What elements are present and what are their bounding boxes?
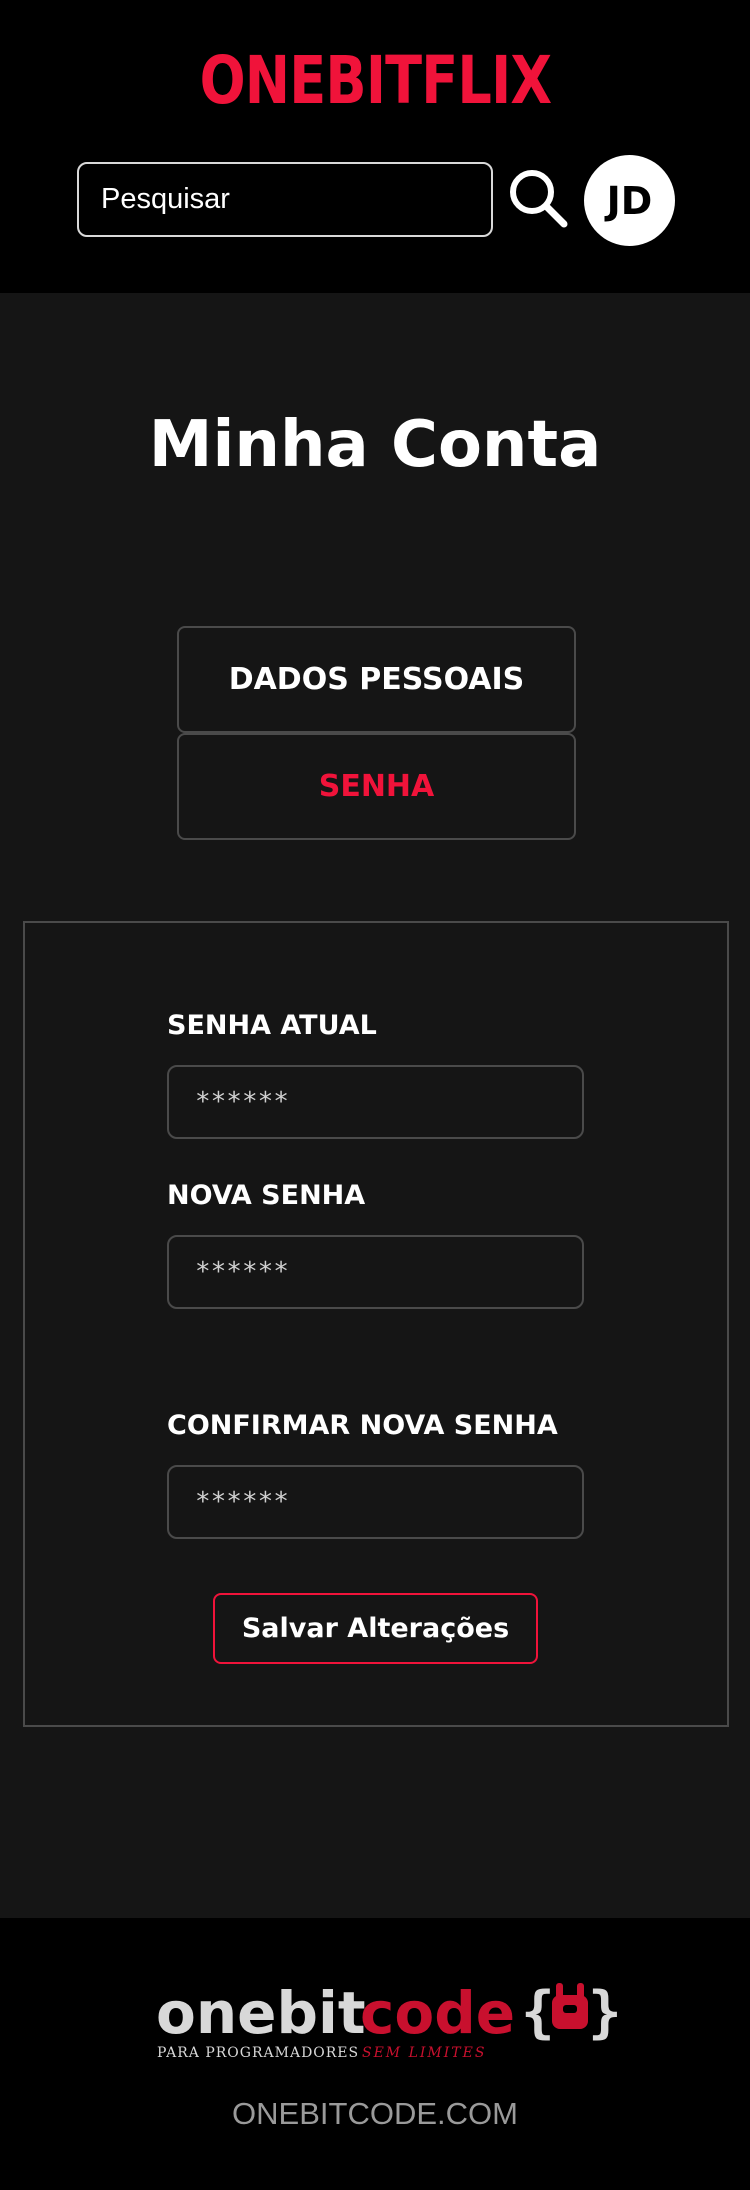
tab-password-label: SENHA <box>318 769 435 804</box>
new-password-label: NOVA SENHA <box>167 1180 366 1211</box>
user-avatar[interactable]: JD <box>584 155 675 246</box>
logo-word-onebit: onebit <box>156 1979 366 2047</box>
tab-personal-data-label: DADOS PESSOAIS <box>228 662 525 697</box>
logo-brace-open: { <box>521 1980 555 2045</box>
onebitcode-logo[interactable]: onebit code { } PARA PROGRAMADORES SEM L… <box>0 1973 750 2063</box>
logo-brace-close: } <box>588 1980 622 2045</box>
current-password-label: SENHA ATUAL <box>167 1010 377 1041</box>
footer: onebit code { } PARA PROGRAMADORES SEM L… <box>0 1918 750 2190</box>
search-input[interactable] <box>77 162 493 237</box>
tab-password[interactable]: SENHA <box>177 733 576 840</box>
rock-hand-icon <box>552 1983 588 2029</box>
search-icon <box>510 170 568 228</box>
logo-tagline-2: SEM LIMITES <box>362 2045 486 2061</box>
current-password-input[interactable] <box>167 1065 584 1139</box>
brand-logo[interactable]: ONEBITFLIX <box>0 36 750 126</box>
new-password-input[interactable] <box>167 1235 584 1309</box>
logo-tagline-1: PARA PROGRAMADORES <box>157 2045 359 2061</box>
page-title: Minha Conta <box>148 408 602 482</box>
tab-personal-data[interactable]: DADOS PESSOAIS <box>177 626 576 733</box>
logo-word-code: code <box>360 1979 515 2047</box>
top-header: ONEBITFLIX JD <box>0 0 750 293</box>
search-button[interactable] <box>507 167 571 231</box>
confirm-password-input[interactable] <box>167 1465 584 1539</box>
footer-website-link[interactable]: ONEBITCODE.COM <box>0 2096 750 2132</box>
save-changes-button[interactable]: Salvar Alterações <box>213 1593 538 1664</box>
avatar-initials: JD <box>606 178 653 223</box>
brand-logo-text: ONEBITFLIX <box>199 42 552 119</box>
confirm-password-label: CONFIRMAR NOVA SENHA <box>167 1410 558 1441</box>
